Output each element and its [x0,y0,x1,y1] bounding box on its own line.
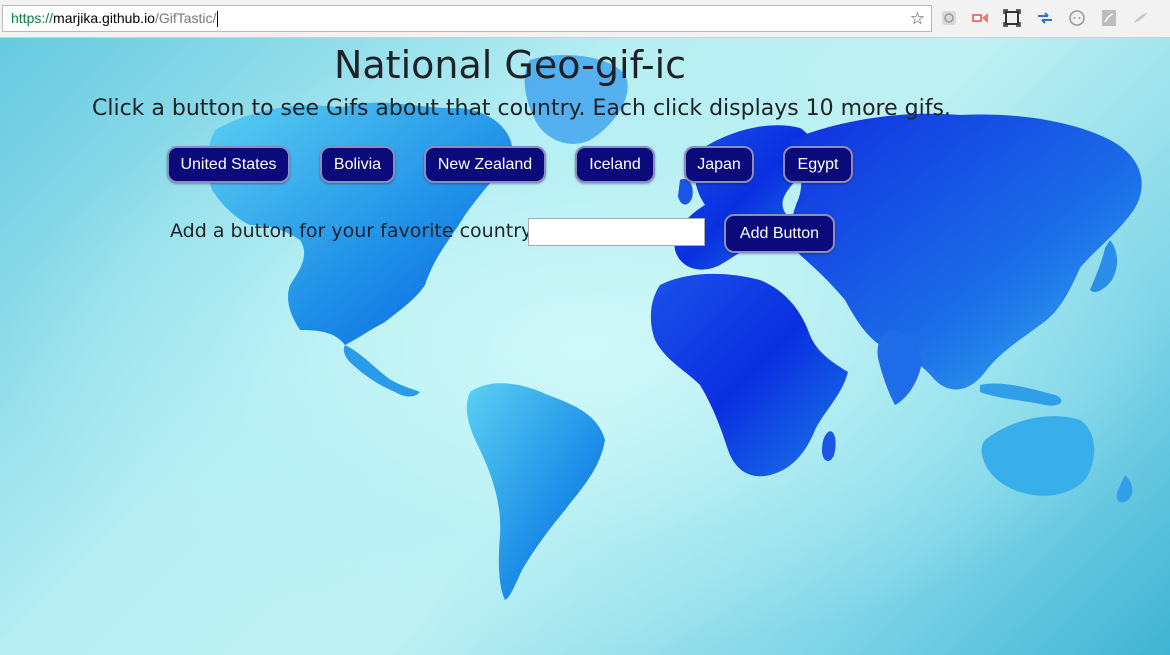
page-title: National Geo-gif-ic [333,43,687,87]
country-button-united-states[interactable]: United States [167,146,290,183]
add-button[interactable]: Add Button [724,214,835,253]
url-scheme: https:// [11,10,54,26]
country-button-japan[interactable]: Japan [684,146,754,183]
url-host: marjika.github.io [53,10,155,26]
text-caret [217,11,219,28]
extension-circle-icon[interactable] [1068,9,1086,27]
country-button-new-zealand[interactable]: New Zealand [424,146,546,183]
country-button-egypt[interactable]: Egypt [783,146,853,183]
browser-toolbar: https://marjika.github.io/GifTastic/ ☆ [0,0,1170,38]
extension-video-icon[interactable] [971,9,989,27]
country-button-bolivia[interactable]: Bolivia [320,146,395,183]
world-map-image [207,55,1142,600]
add-country-label: Add a button for your favorite country. [170,220,536,242]
extension-settings-icon[interactable] [940,9,958,27]
sync-arrows-icon[interactable] [1036,9,1054,27]
page-subtitle: Click a button to see Gifs about that co… [92,96,951,121]
country-button-iceland[interactable]: Iceland [575,146,655,183]
screenshot-icon[interactable] [1003,9,1021,27]
page-body: National Geo-gif-ic Click a button to se… [0,38,1170,655]
pdf-icon[interactable] [1100,9,1118,27]
bookmark-star-icon[interactable]: ☆ [910,8,925,30]
url-path: /GifTastic/ [154,10,217,26]
address-bar[interactable]: https://marjika.github.io/GifTastic/ ☆ [2,5,932,32]
country-input[interactable] [528,218,705,246]
extension-feather-icon[interactable] [1132,9,1150,27]
